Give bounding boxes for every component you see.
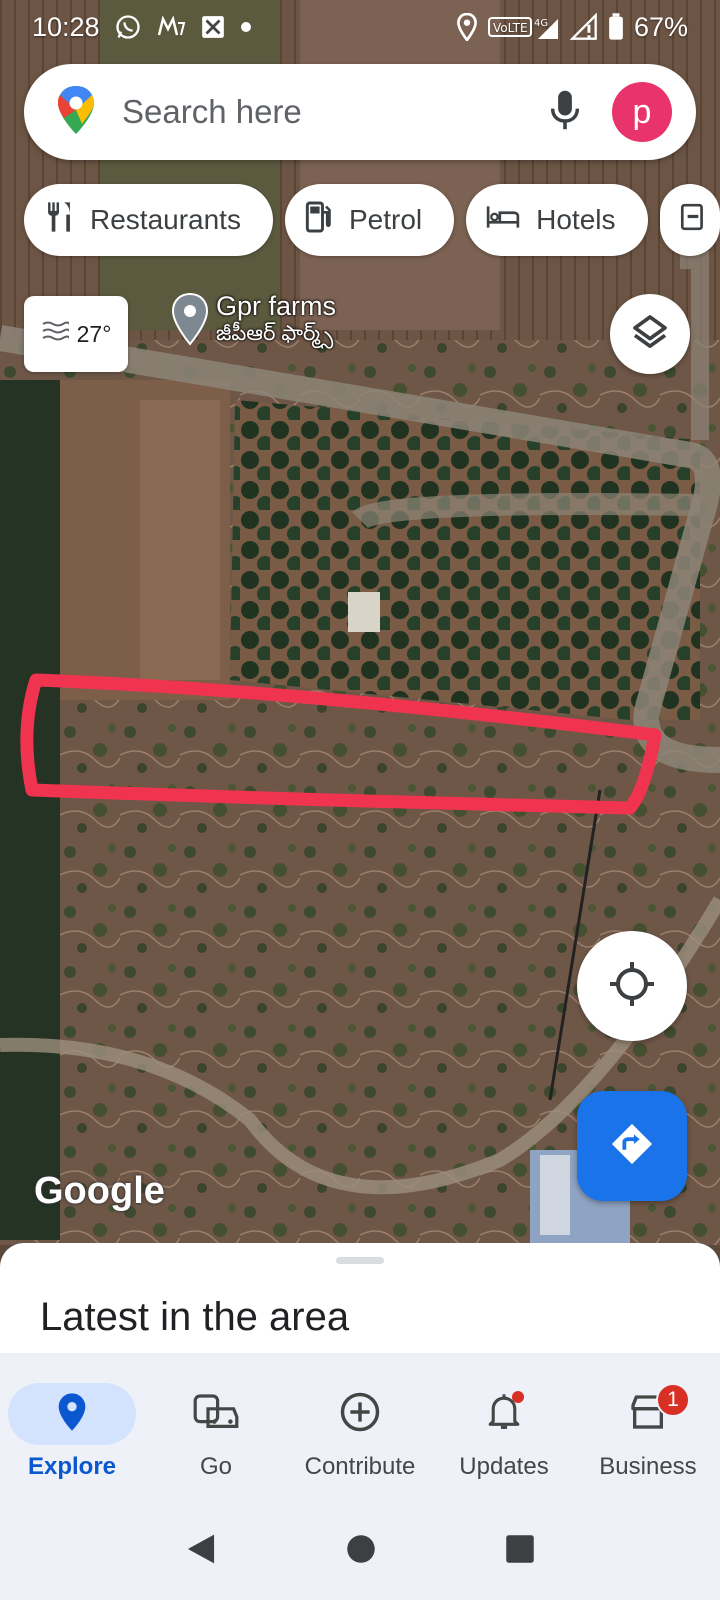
myntra-icon bbox=[156, 13, 186, 41]
fuel-icon bbox=[305, 200, 333, 241]
nav-label: Explore bbox=[27, 1453, 117, 1480]
chip-hotels[interactable]: Hotels bbox=[466, 184, 648, 256]
whatsapp-icon bbox=[114, 13, 142, 41]
signal-alert-icon bbox=[569, 13, 598, 41]
search-bar[interactable]: Search here p bbox=[24, 64, 696, 160]
my-location-button[interactable] bbox=[577, 931, 687, 1041]
nav-contribute[interactable]: Contribute bbox=[288, 1353, 432, 1503]
svg-text:4G: 4G bbox=[534, 18, 548, 29]
nav-label: Contribute bbox=[304, 1453, 416, 1480]
directions-icon bbox=[609, 1121, 655, 1172]
google-logo: Google bbox=[34, 1170, 165, 1212]
nav-label: Business bbox=[599, 1453, 697, 1480]
status-time: 10:28 bbox=[32, 11, 100, 42]
nav-pill bbox=[296, 1383, 424, 1445]
location-icon bbox=[456, 13, 478, 41]
battery-icon bbox=[608, 13, 624, 41]
avatar[interactable]: p bbox=[612, 82, 672, 142]
place-name-local: జీపీఆర్ ఫార్మ్స్ bbox=[216, 321, 334, 345]
app-icon bbox=[200, 14, 226, 40]
bottom-navigation: Explore Go Contribute Updates 1 Business bbox=[0, 1353, 720, 1503]
chip-label: Restaurants bbox=[90, 204, 241, 235]
dot-icon bbox=[240, 21, 252, 33]
nav-go[interactable]: Go bbox=[144, 1353, 288, 1503]
add-circle-icon bbox=[339, 1391, 381, 1438]
nav-label: Updates bbox=[459, 1453, 549, 1480]
hotel-icon bbox=[486, 204, 520, 237]
nav-label: Go bbox=[199, 1453, 232, 1480]
chip-label: Petrol bbox=[348, 204, 423, 235]
place-pin-icon bbox=[170, 292, 210, 351]
nav-pill bbox=[584, 1383, 712, 1445]
chip-restaurants[interactable]: Restaurants bbox=[24, 184, 273, 256]
map-place-marker[interactable]: Gpr farms జీపీఆర్ ఫార్మ్స్ bbox=[170, 291, 337, 351]
place-name: Gpr farms bbox=[216, 291, 337, 321]
commute-icon bbox=[192, 1392, 240, 1437]
drag-handle[interactable] bbox=[336, 1257, 384, 1264]
chip-more[interactable] bbox=[659, 184, 720, 256]
bottom-sheet[interactable]: Latest in the area bbox=[0, 1243, 720, 1353]
sheet-title: Latest in the area bbox=[40, 1295, 350, 1339]
status-bar: 10:28 VoLTE 4G 67% bbox=[0, 0, 720, 54]
chip-petrol[interactable]: Petrol bbox=[284, 184, 455, 256]
back-icon[interactable] bbox=[185, 1532, 217, 1571]
search-input[interactable]: Search here bbox=[122, 93, 548, 131]
notification-badge: 1 bbox=[656, 1383, 690, 1417]
nav-updates[interactable]: Updates bbox=[432, 1353, 576, 1503]
more-category-icon bbox=[680, 202, 706, 239]
nav-pill bbox=[8, 1383, 136, 1445]
google-maps-logo-icon bbox=[56, 84, 96, 141]
layers-button[interactable] bbox=[610, 294, 690, 374]
recents-icon[interactable] bbox=[505, 1534, 535, 1569]
restaurant-icon bbox=[44, 200, 74, 241]
battery-percentage: 67% bbox=[633, 11, 688, 42]
home-icon[interactable] bbox=[346, 1534, 376, 1569]
category-chips: Restaurants Petrol Hotels bbox=[24, 184, 720, 256]
chip-label: Hotels bbox=[536, 204, 616, 235]
system-navigation-bar bbox=[0, 1503, 720, 1600]
nav-pill bbox=[152, 1383, 280, 1445]
svg-text:VoLTE: VoLTE bbox=[493, 21, 528, 35]
microphone-icon[interactable] bbox=[548, 88, 582, 137]
volte-icon: VoLTE 4G bbox=[487, 13, 560, 41]
crosshair-icon bbox=[608, 960, 656, 1013]
nav-business[interactable]: 1 Business bbox=[576, 1353, 720, 1503]
notification-dot bbox=[512, 1391, 524, 1403]
temperature: 27° bbox=[76, 320, 112, 347]
explore-pin-icon bbox=[56, 1392, 88, 1437]
nav-explore[interactable]: Explore bbox=[0, 1353, 144, 1503]
weather-chip[interactable]: 27° bbox=[24, 296, 128, 372]
directions-button[interactable] bbox=[577, 1091, 687, 1201]
layers-icon bbox=[630, 312, 670, 357]
nav-pill bbox=[440, 1383, 568, 1445]
haze-icon bbox=[41, 320, 70, 348]
